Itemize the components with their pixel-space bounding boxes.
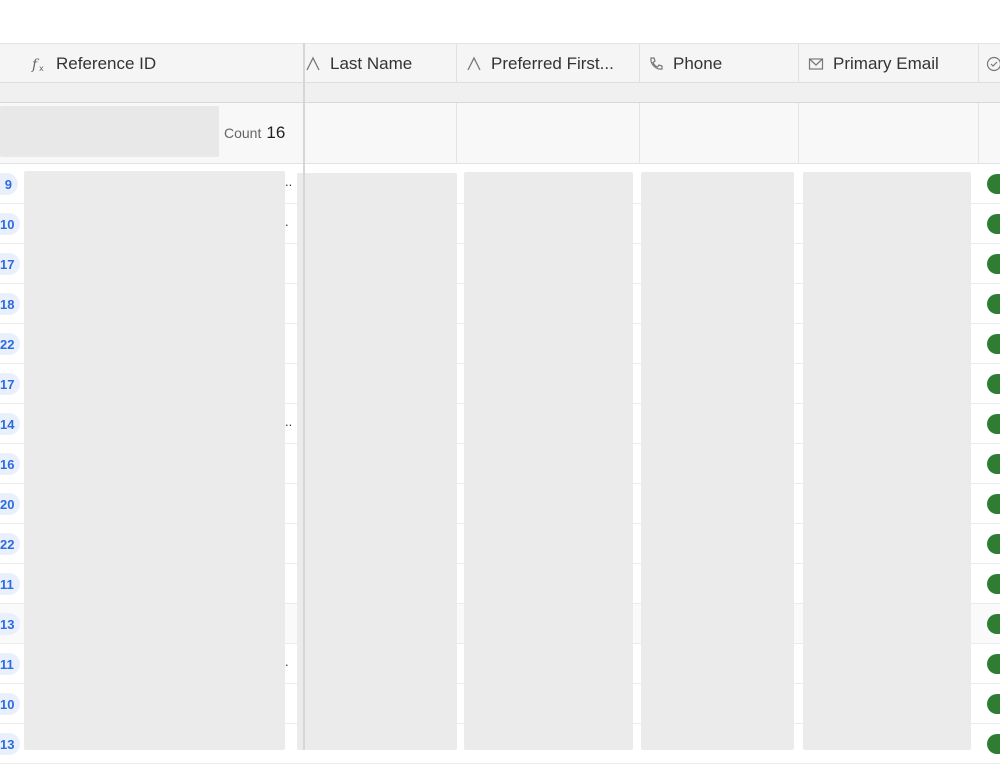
truncated-text: . xyxy=(285,214,289,229)
row-number-pill[interactable]: 20 xyxy=(0,493,20,515)
count-label: Count xyxy=(224,125,261,141)
column-header-primary-email[interactable]: Primary Email xyxy=(799,44,979,83)
status-badge[interactable] xyxy=(987,254,1000,274)
truncated-text: . xyxy=(285,654,289,669)
redacted-phone-column xyxy=(641,172,794,750)
group-header-band xyxy=(0,83,1000,103)
row-number-pill[interactable]: 11 xyxy=(0,573,20,595)
redacted-primary-email-column xyxy=(803,172,971,750)
status-badge[interactable] xyxy=(987,334,1000,354)
column-header-label: Phone xyxy=(673,54,722,74)
redacted-reference-id-column xyxy=(24,171,285,750)
email-icon xyxy=(807,55,825,73)
summary-cell-reference-id: Count 16 xyxy=(0,103,304,163)
truncated-text: .. xyxy=(285,174,292,189)
row-number-pill[interactable]: 13 xyxy=(0,613,20,635)
text-icon xyxy=(304,55,322,73)
column-header-last-name[interactable]: Last Name xyxy=(304,44,457,83)
truncated-text: .. xyxy=(285,414,292,429)
status-badge[interactable] xyxy=(987,214,1000,234)
summary-cell[interactable] xyxy=(457,103,640,163)
formula-icon: fx xyxy=(30,55,48,73)
summary-cell[interactable] xyxy=(799,103,979,163)
row-number-pill[interactable]: 9 xyxy=(0,173,18,195)
summary-cell[interactable] xyxy=(304,103,457,163)
redacted-block xyxy=(0,106,219,157)
text-icon xyxy=(465,55,483,73)
status-field-icon xyxy=(986,55,1000,73)
count-value: 16 xyxy=(266,123,285,143)
status-badge[interactable] xyxy=(987,654,1000,674)
column-header-label: Primary Email xyxy=(833,54,939,74)
data-grid: fx Reference ID Last Name Preferred Firs… xyxy=(0,0,1000,750)
column-header-label: Reference ID xyxy=(56,54,156,74)
row-number-pill[interactable]: 22 xyxy=(0,533,20,555)
row-number-pill[interactable]: 10 xyxy=(0,693,20,715)
frozen-column-divider[interactable] xyxy=(303,43,305,750)
status-badge[interactable] xyxy=(987,174,1000,194)
column-header-phone[interactable]: Phone xyxy=(640,44,799,83)
summary-cell[interactable] xyxy=(640,103,799,163)
row-number-pill[interactable]: 22 xyxy=(0,333,20,355)
status-badge[interactable] xyxy=(987,374,1000,394)
column-header-reference-id[interactable]: fx Reference ID xyxy=(0,44,304,83)
svg-text:x: x xyxy=(39,64,44,72)
row-number-pill[interactable]: 17 xyxy=(0,373,20,395)
row-number-pill[interactable]: 16 xyxy=(0,453,20,475)
column-header-preferred-first[interactable]: Preferred First... xyxy=(457,44,640,83)
row-number-pill[interactable]: 13 xyxy=(0,733,20,755)
row-number-pill[interactable]: 18 xyxy=(0,293,20,315)
redacted-preferred-first-column xyxy=(464,172,633,750)
status-badge[interactable] xyxy=(987,414,1000,434)
status-badge[interactable] xyxy=(987,294,1000,314)
status-badge[interactable] xyxy=(987,574,1000,594)
column-header-status[interactable] xyxy=(979,44,1000,83)
status-badge[interactable] xyxy=(987,494,1000,514)
phone-icon xyxy=(647,55,665,73)
row-number-pill[interactable]: 10 xyxy=(0,213,20,235)
row-number-pill[interactable]: 17 xyxy=(0,253,20,275)
status-badge[interactable] xyxy=(987,534,1000,554)
redacted-last-name-column xyxy=(297,173,457,750)
status-badge[interactable] xyxy=(987,734,1000,754)
column-header-label: Last Name xyxy=(330,54,412,74)
column-header-label: Preferred First... xyxy=(491,54,614,74)
record-count[interactable]: Count 16 xyxy=(224,103,285,163)
column-header-row: fx Reference ID Last Name Preferred Firs… xyxy=(0,43,1000,83)
status-badge[interactable] xyxy=(987,694,1000,714)
row-number-pill[interactable]: 11 xyxy=(0,653,20,675)
status-badge[interactable] xyxy=(987,454,1000,474)
row-number-pill[interactable]: 14 xyxy=(0,413,20,435)
summary-row: Count 16 xyxy=(0,103,1000,164)
status-badge[interactable] xyxy=(987,614,1000,634)
